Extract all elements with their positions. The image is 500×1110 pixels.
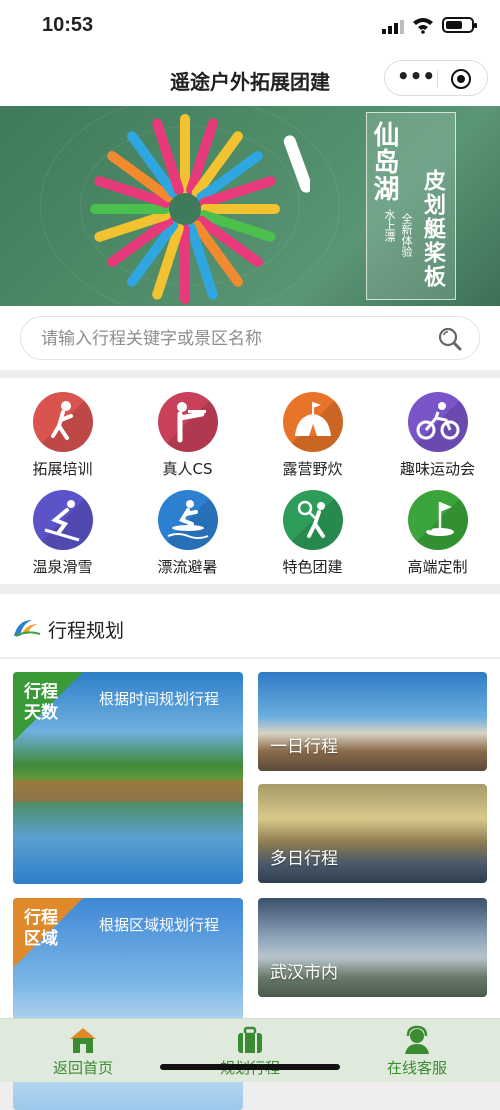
category-item[interactable]: 特色团建: [250, 476, 375, 576]
category-label: 漂流避暑: [157, 558, 218, 576]
ribbon-text: 行程 天数: [24, 682, 58, 723]
suitcase-icon: [238, 1026, 262, 1053]
bottom-tab-bar: 返回首页 规划行程 在线客服: [0, 1018, 500, 1082]
banner-text-box: 仙岛湖 水上漂 全新体验 皮划艇桨板: [366, 112, 456, 300]
one-day-trip-card[interactable]: 一日行程: [258, 672, 487, 771]
ribbon-text: 行程 区域: [24, 908, 58, 949]
plan-section: 行程 天数 根据时间规划行程 行程 区域 根据区域规划行程 一日行程 多日行程 武汉…: [0, 659, 500, 1110]
status-bar: 10:53: [0, 0, 500, 52]
banner-carousel[interactable]: 仙岛湖 水上漂 全新体验 皮划艇桨板: [0, 106, 500, 306]
category-item[interactable]: 漂流避暑: [125, 476, 250, 576]
search-box[interactable]: [20, 316, 480, 360]
tab-label: 在线客服: [386, 1059, 447, 1077]
card-label: 武汉市内: [270, 963, 338, 983]
tab-home[interactable]: 返回首页: [0, 1019, 166, 1083]
kayak-flower-image: [90, 114, 310, 304]
close-mini-program-button[interactable]: [451, 69, 471, 89]
capsule-divider: [437, 70, 438, 88]
more-button[interactable]: •••: [395, 61, 437, 95]
home-icon: [70, 1028, 96, 1053]
mini-program-capsule: •••: [384, 60, 488, 96]
lakeside-building: [13, 780, 243, 802]
home-indicator: [160, 1064, 340, 1070]
search-section: [0, 306, 500, 370]
category-label: 高端定制: [407, 558, 468, 576]
category-item[interactable]: 真人CS: [125, 378, 250, 478]
banner-title-sub: 皮划艇桨板: [420, 169, 446, 289]
category-item[interactable]: 露营野炊: [250, 378, 375, 478]
plan-section-title: 行程规划: [48, 620, 125, 642]
plan-by-days-card[interactable]: 行程 天数 根据时间规划行程: [13, 672, 243, 884]
category-label: 温泉滑雪: [32, 558, 93, 576]
card-label: 多日行程: [270, 849, 338, 869]
golf-icon: [408, 490, 468, 550]
category-label: 特色团建: [282, 558, 343, 576]
category-item[interactable]: 趣味运动会: [375, 378, 500, 478]
customer-service-icon: [405, 1025, 429, 1054]
tab-plan[interactable]: 规划行程: [167, 1019, 333, 1083]
status-time: 10:53: [42, 14, 94, 36]
card-caption: 根据时间规划行程: [99, 690, 220, 708]
banner-title-main: 仙岛湖: [369, 121, 399, 202]
wuhan-city-card[interactable]: 武汉市内: [258, 898, 487, 997]
surfer-icon: [158, 490, 218, 550]
banner-small-text-1: 水上漂: [383, 209, 396, 242]
skier-icon: [33, 490, 93, 550]
wave-logo-icon: [14, 620, 41, 637]
tab-customer-service[interactable]: 在线客服: [334, 1019, 500, 1083]
banner-small-text-2: 全新体验: [400, 213, 413, 257]
search-input[interactable]: [41, 325, 421, 353]
tent-icon: [283, 392, 343, 452]
cyclist-icon: [408, 392, 468, 452]
tennis-icon: [283, 490, 343, 550]
card-label: 一日行程: [270, 737, 338, 757]
card-caption: 根据区域规划行程: [99, 916, 220, 934]
shooter-icon: [158, 392, 218, 452]
category-grid: 拓展培训 真人CS 露营野炊 趣味运动会 温泉滑雪 漂流避暑 特色团建 高端定制: [0, 378, 500, 584]
multi-day-trip-card[interactable]: 多日行程: [258, 784, 487, 883]
category-item[interactable]: 拓展培训: [0, 378, 125, 478]
nav-bar: 遥途户外拓展团建 •••: [0, 52, 500, 106]
category-item[interactable]: 高端定制: [375, 476, 500, 576]
search-icon[interactable]: [437, 326, 463, 352]
category-item[interactable]: 温泉滑雪: [0, 476, 125, 576]
climber-icon: [33, 392, 93, 452]
signal-icon: [382, 20, 404, 34]
battery-icon: [442, 17, 477, 33]
wifi-icon: [413, 18, 433, 34]
tab-label: 返回首页: [52, 1059, 113, 1077]
plan-section-header: 行程规划: [0, 594, 500, 658]
